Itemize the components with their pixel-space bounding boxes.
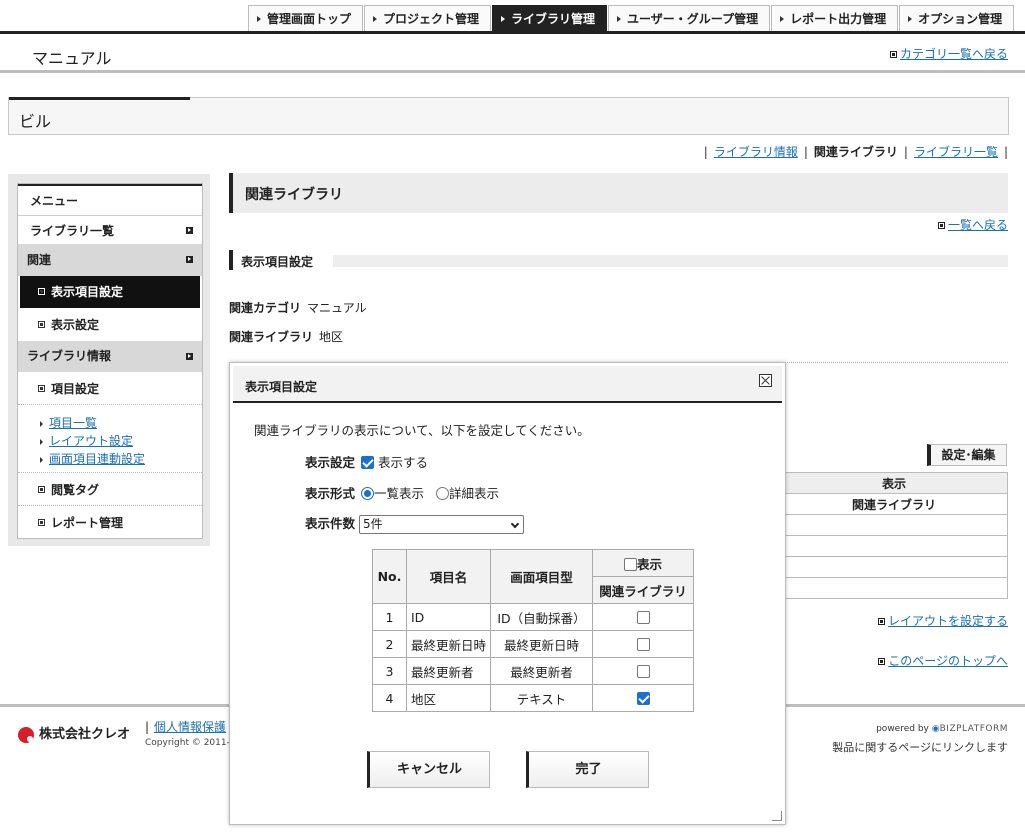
library-name-bar: ビル: [8, 97, 1009, 135]
col-no: No.: [372, 549, 407, 604]
creo-logo-icon: [18, 726, 34, 743]
display-format-row: 表示形式 一覧表示 詳細表示: [305, 486, 500, 501]
triangle-icon: [373, 15, 378, 22]
powered-by: powered by ◉BIZPLATFORM: [876, 724, 1008, 734]
nav-divider: [0, 31, 1025, 34]
col-related: 関連ライブラリ: [592, 576, 694, 604]
sidebar-item-display-item-setting[interactable]: 表示項目設定: [20, 276, 200, 308]
sidebar-item-related[interactable]: 関連: [18, 244, 202, 276]
main-heading: 関連ライブラリ: [229, 173, 1008, 213]
triangle-icon: [40, 438, 43, 445]
tab-report[interactable]: レポート出力管理: [771, 5, 899, 32]
square-bullet-icon: [878, 658, 886, 665]
sidebar-item-library-list[interactable]: ライブラリ一覧: [18, 216, 202, 244]
dialog-titlebar: 表示項目設定: [233, 366, 782, 403]
format-radio-list[interactable]: [361, 487, 375, 500]
tab-user-group[interactable]: ユーザー・グループ管理: [608, 5, 771, 32]
sidebar-item-browse-tag[interactable]: 閲覧タグ: [18, 473, 202, 505]
count-select[interactable]: 5件: [359, 515, 525, 534]
tab-option[interactable]: オプション管理: [899, 5, 1015, 32]
table-row: 4 地区 テキスト: [372, 684, 694, 712]
tab-library[interactable]: ライブラリ管理: [492, 5, 608, 32]
row-checkbox[interactable]: [636, 637, 650, 651]
col-name: 項目名: [406, 549, 491, 604]
sidebar-link-linkage[interactable]: 画面項目連動設定: [40, 450, 145, 467]
library-name: ビル: [19, 112, 52, 131]
layout-setting-link[interactable]: レイアウトを設定する: [877, 612, 1008, 629]
square-bullet-icon: [38, 519, 45, 526]
square-bullet-icon: [937, 222, 945, 229]
page-title: マニュアル: [32, 49, 112, 68]
header-divider: [0, 70, 1025, 73]
display-checkbox[interactable]: [361, 456, 375, 469]
close-icon[interactable]: [759, 374, 772, 387]
format-radio-detail[interactable]: [436, 487, 450, 500]
page-top-link[interactable]: このページのトップへ: [878, 652, 1008, 669]
sidebar-item-report-mgmt[interactable]: レポート管理: [18, 506, 202, 538]
display-setting-row: 表示設定 表示する: [305, 455, 429, 470]
square-bullet-icon: [38, 288, 45, 295]
row-checkbox[interactable]: [636, 610, 650, 624]
arrow-right-icon: [186, 256, 193, 263]
arrow-right-icon: [186, 227, 193, 234]
triangle-icon: [257, 15, 261, 22]
row-checkbox[interactable]: [636, 691, 650, 705]
square-bullet-icon: [38, 486, 45, 493]
triangle-icon: [780, 15, 785, 22]
related-library: 関連ライブラリ 地区: [229, 330, 344, 344]
show-all-checkbox[interactable]: [623, 557, 637, 571]
table-row: 3 最終更新者 最終更新者: [372, 657, 694, 685]
chevron-down-icon: [510, 519, 520, 529]
section-heading: 表示項目設定: [229, 250, 1008, 270]
privacy-link[interactable]: | 個人情報保護: [145, 718, 226, 735]
square-bullet-icon: [877, 618, 885, 625]
copyright: Copyright © 2011-: [145, 738, 230, 748]
col-type: 画面項目型: [490, 549, 593, 604]
triangle-icon: [908, 15, 913, 22]
square-bullet-icon: [889, 51, 897, 58]
table-row: 1 ID ID（自動採番）: [372, 603, 694, 631]
set-edit-button[interactable]: 設定･編集: [927, 444, 1007, 466]
sidebar-link-item-list[interactable]: 項目一覧: [40, 414, 97, 431]
count-row: 表示件数 5件: [305, 513, 525, 534]
sidebar-menu-title: メニュー: [18, 184, 202, 215]
library-list-link[interactable]: ライブラリ一覧: [914, 145, 998, 159]
library-info-link[interactable]: ライブラリ情報: [714, 145, 798, 159]
top-nav: 管理画面トップ プロジェクト管理 ライブラリ管理 ユーザー・グループ管理 レポー…: [248, 5, 1015, 32]
dialog-intro: 関連ライブラリの表示について、以下を設定してください。: [254, 423, 590, 438]
back-list-link[interactable]: 一覧へ戻る: [937, 216, 1008, 233]
related-category: 関連カテゴリ マニュアル: [229, 301, 367, 315]
sidebar-item-item-setting[interactable]: 項目設定: [18, 372, 202, 404]
triangle-icon: [501, 15, 506, 22]
tab-project[interactable]: プロジェクト管理: [364, 5, 492, 32]
arrow-right-icon: [186, 353, 193, 360]
company-logo: 株式会社クレオ: [18, 723, 130, 743]
square-bullet-icon: [38, 385, 45, 392]
triangle-icon: [40, 456, 43, 463]
sidebar-item-display-setting[interactable]: 表示設定: [18, 308, 202, 340]
dialog-title: 表示項目設定: [245, 380, 318, 394]
resize-handle[interactable]: [772, 811, 782, 821]
triangle-icon: [617, 15, 622, 22]
table-row: 2 最終更新日時 最終更新日時: [372, 630, 694, 658]
background-table: 表示 関連ライブラリ: [780, 472, 1008, 599]
item-table: No. 項目名 画面項目型 表示 関連ライブラリ 1 ID ID（自動採番） 2 最終…: [372, 549, 694, 712]
row-checkbox[interactable]: [636, 664, 650, 678]
sub-links: | ライブラリ情報 | 関連ライブラリ | ライブラリ一覧 |: [703, 145, 1008, 159]
back-category-link[interactable]: カテゴリ一覧へ戻る: [889, 45, 1008, 62]
tab-admin-top[interactable]: 管理画面トップ: [248, 5, 364, 32]
related-library-current: 関連ライブラリ: [813, 145, 898, 159]
cancel-button[interactable]: キャンセル: [367, 751, 490, 788]
display-item-setting-dialog: 表示項目設定 関連ライブラリの表示について、以下を設定してください。 表示設定 …: [229, 362, 786, 825]
sidebar: メニュー ライブラリ一覧 関連 表示項目設定 表示設定 ライブラリ情報 項目設定…: [8, 174, 210, 546]
product-link[interactable]: 製品に関するページにリンクします: [832, 739, 1008, 755]
done-button[interactable]: 完了: [526, 751, 649, 788]
sidebar-item-library-info[interactable]: ライブラリ情報: [18, 341, 202, 372]
sidebar-link-layout[interactable]: レイアウト設定: [40, 432, 133, 449]
square-bullet-icon: [38, 321, 45, 328]
triangle-icon: [40, 420, 43, 427]
